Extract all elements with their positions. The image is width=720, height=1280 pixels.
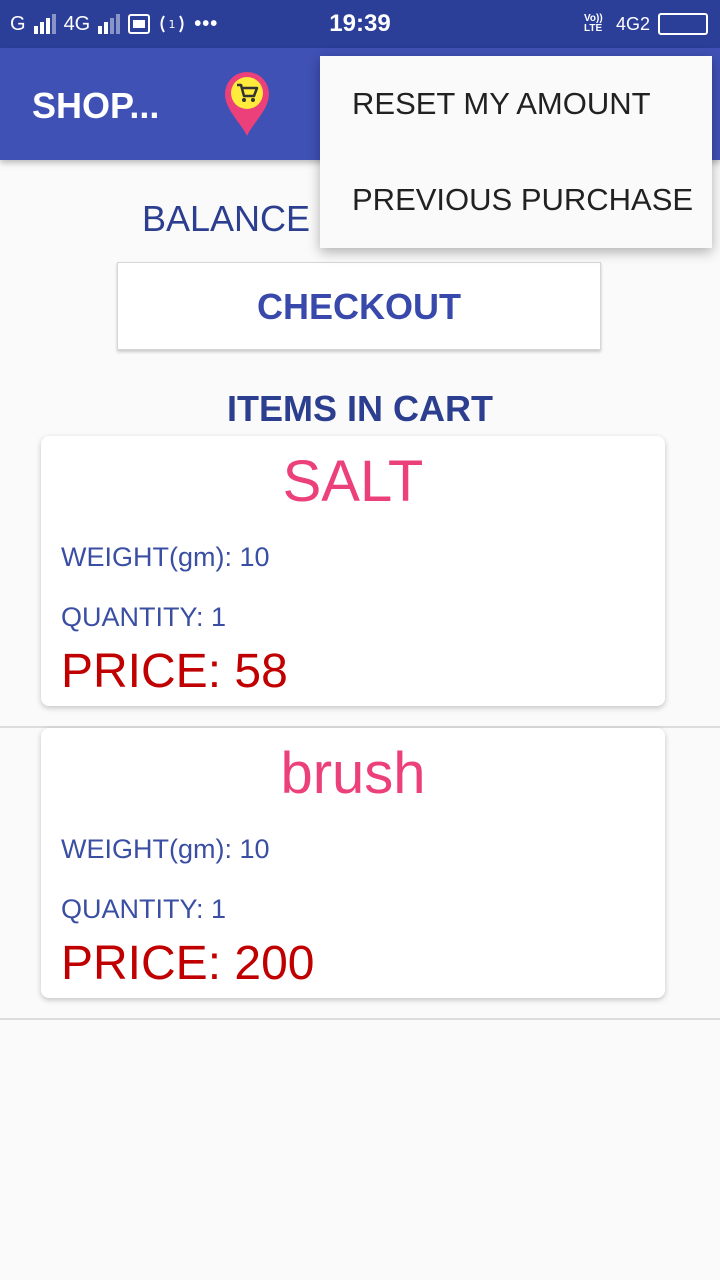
cart-heading: ITEMS IN CART: [227, 388, 493, 429]
overflow-menu: RESET MY AMOUNT PREVIOUS PURCHASE: [320, 56, 712, 248]
item-weight: WEIGHT(gm): 10: [61, 834, 270, 864]
cart-item[interactable]: SALT WEIGHT(gm): 10 QUANTITY: 1 PRICE: 5…: [0, 436, 720, 728]
item-quantity: QUANTITY: 1: [61, 602, 227, 632]
cart-item[interactable]: brush WEIGHT(gm): 10 QUANTITY: 1 PRICE: …: [0, 728, 720, 1020]
item-name: SALT: [282, 449, 424, 514]
item-price: PRICE: 200: [61, 937, 315, 990]
item-weight: WEIGHT(gm): 10: [61, 542, 270, 572]
item-price: PRICE: 58: [61, 645, 288, 698]
volte-label: Vo)) LTE: [583, 13, 603, 34]
app-title: SHOP...: [32, 85, 160, 126]
item-name: brush: [280, 741, 426, 806]
battery-icon: [658, 13, 708, 35]
item-card[interactable]: SALT WEIGHT(gm): 10 QUANTITY: 1 PRICE: 5…: [41, 436, 665, 706]
cart-location-pin-icon: [225, 72, 269, 136]
status-bar: G 4G 1 ••• 19:39 Vo)) LTE 4G2: [0, 0, 720, 48]
cart-list: SALT WEIGHT(gm): 10 QUANTITY: 1 PRICE: 5…: [0, 436, 720, 1020]
status-right-group: Vo)) LTE 4G2: [584, 0, 708, 48]
menu-item-previous-purchase[interactable]: PREVIOUS PURCHASE: [320, 152, 712, 248]
item-card[interactable]: brush WEIGHT(gm): 10 QUANTITY: 1 PRICE: …: [41, 728, 665, 998]
menu-item-reset-amount[interactable]: RESET MY AMOUNT: [320, 56, 712, 152]
checkout-button[interactable]: CHECKOUT: [117, 262, 601, 350]
item-quantity: QUANTITY: 1: [61, 894, 227, 924]
network-label: 4G2: [615, 13, 650, 34]
balance-label: BALANCE :: [142, 198, 331, 239]
